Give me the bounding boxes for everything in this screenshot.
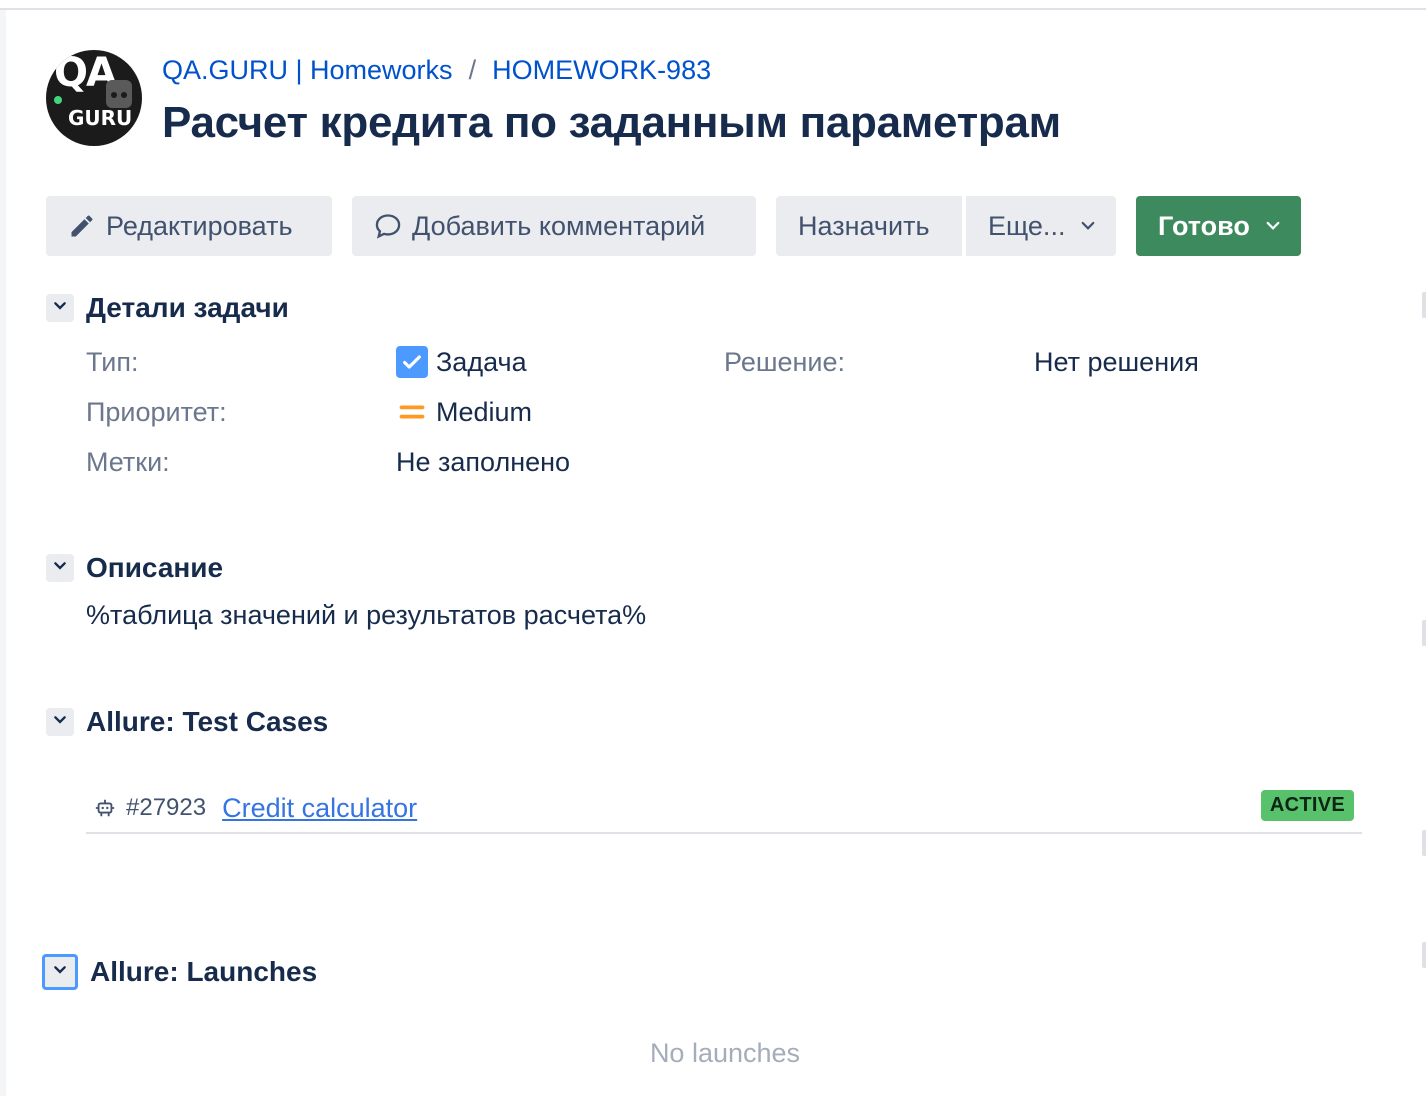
launches-section-header: Allure: Launches: [42, 954, 318, 990]
test-case-row: #27923 Credit calculator ACTIVE: [86, 784, 1362, 834]
edit-button-label: Редактировать: [106, 210, 293, 241]
issue-toolbar: Редактировать Добавить комментарий Назна…: [46, 196, 1301, 256]
avatar-robot: [106, 80, 132, 108]
chevron-down-icon: [1264, 217, 1282, 235]
labels-label: Метки:: [86, 447, 170, 477]
no-launches-text: No launches: [649, 1038, 801, 1068]
more-actions-button[interactable]: Еще...: [966, 196, 1116, 256]
resolution-label: Решение:: [724, 347, 846, 377]
assign-button[interactable]: Назначить: [776, 196, 962, 256]
test-cases-section-title: Allure: Test Cases: [86, 706, 329, 737]
description-section-title: Описание: [86, 552, 224, 583]
details-toggle[interactable]: [46, 294, 74, 322]
breadcrumb: QA.GURU | Homeworks / HOMEWORK-983: [162, 50, 1061, 90]
resolution-value: Нет решения: [1034, 347, 1199, 377]
chevron-down-icon: [52, 558, 68, 579]
description-text: %таблица значений и результатов расчета%: [86, 600, 647, 630]
test-case-link[interactable]: Credit calculator: [222, 793, 417, 824]
robot-icon: [94, 797, 118, 819]
breadcrumb-separator: /: [468, 54, 477, 85]
launches-section-title: Allure: Launches: [90, 956, 318, 987]
details-section-header: Детали задачи: [46, 292, 289, 324]
left-border: [0, 10, 6, 1096]
page-title: Расчет кредита по заданным параметрам: [162, 98, 1061, 147]
avatar-dot: [54, 96, 62, 104]
description-section-header: Описание: [46, 552, 223, 584]
priority-medium-icon: [396, 396, 428, 428]
description-toggle[interactable]: [46, 554, 74, 582]
type-value: Задача: [396, 346, 527, 378]
breadcrumb-project-link[interactable]: QA.GURU | Homeworks: [162, 55, 453, 86]
priority-label: Приоритет:: [86, 397, 227, 427]
test-case-id: #27923: [126, 794, 207, 821]
details-section-title: Детали задачи: [86, 292, 289, 323]
chevron-down-icon: [52, 298, 68, 319]
test-cases-toggle[interactable]: [46, 708, 74, 736]
type-label: Тип:: [86, 347, 139, 377]
checkbox-task-icon: [396, 346, 428, 378]
more-label: Еще...: [988, 210, 1066, 241]
status-label: Готово: [1158, 210, 1250, 241]
add-comment-button[interactable]: Добавить комментарий: [352, 196, 756, 256]
chevron-down-icon: [52, 962, 68, 983]
add-comment-label: Добавить комментарий: [412, 210, 706, 241]
top-border: [0, 0, 1426, 10]
launches-toggle[interactable]: [42, 954, 78, 990]
priority-value-text: Medium: [436, 396, 533, 427]
edit-button[interactable]: Редактировать: [46, 196, 332, 256]
comment-icon: [374, 212, 402, 240]
project-avatar[interactable]: QA GURU: [46, 50, 142, 146]
chevron-down-icon: [1079, 217, 1097, 235]
status-done-button[interactable]: Готово: [1136, 196, 1301, 256]
test-cases-section-header: Allure: Test Cases: [46, 706, 328, 738]
chevron-down-icon: [52, 712, 68, 733]
pencil-icon: [68, 212, 96, 240]
labels-value: Не заполнено: [396, 447, 571, 477]
title-block: QA.GURU | Homeworks / HOMEWORK-983 Расче…: [162, 50, 1061, 148]
issue-header: QA GURU QA.GURU | Homeworks / HOMEWORK-9…: [46, 50, 1061, 148]
avatar-text-bottom: GURU: [68, 106, 133, 130]
breadcrumb-issue-link[interactable]: HOMEWORK-983: [492, 55, 711, 86]
assign-label: Назначить: [798, 210, 930, 241]
priority-value: Medium: [396, 396, 532, 428]
status-badge: ACTIVE: [1260, 790, 1354, 821]
type-value-text: Задача: [436, 346, 527, 377]
